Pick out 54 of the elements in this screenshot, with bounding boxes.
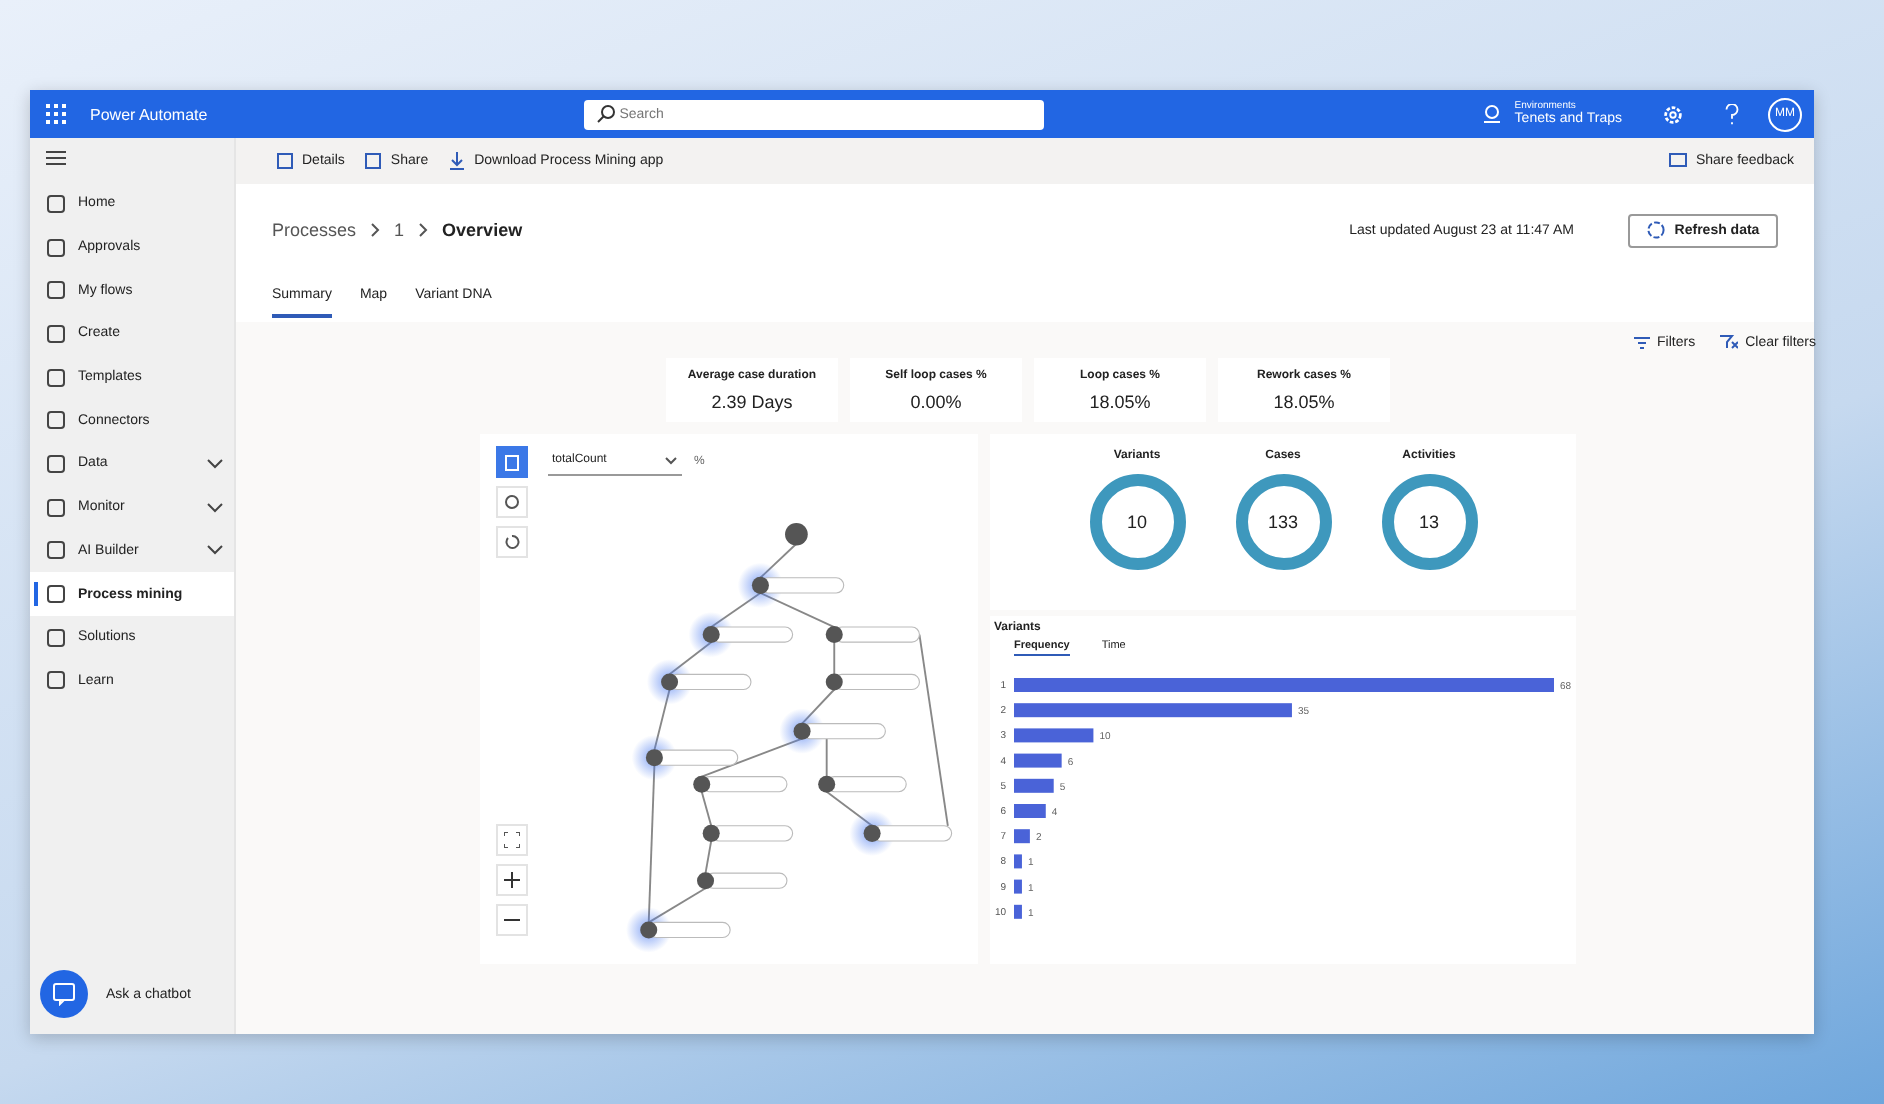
download-icon — [448, 152, 467, 170]
kpi-value: 18.05% — [1273, 391, 1335, 411]
donut-ring: 10 — [1089, 474, 1185, 570]
bar — [1014, 829, 1030, 844]
search-icon — [595, 104, 616, 124]
nav-icon — [46, 670, 66, 691]
nav-icon — [46, 367, 66, 388]
bar — [1014, 728, 1094, 743]
document-icon — [276, 152, 294, 170]
chatbot-button[interactable] — [40, 970, 88, 1018]
donut-ring: 133 — [1235, 474, 1331, 570]
reset-icon[interactable] — [496, 526, 528, 558]
nav-icon — [46, 410, 66, 431]
filter-icon — [1633, 335, 1650, 349]
nav-icon — [46, 453, 66, 474]
kpi-value: 18.05% — [1089, 391, 1151, 411]
breadcrumb-item[interactable]: Processes — [272, 220, 357, 240]
chevron-right-icon — [418, 222, 429, 238]
chevron-right-icon — [370, 222, 381, 238]
kpi-value: 0.00% — [910, 391, 962, 411]
kpi-value: 2.39 Days — [711, 391, 793, 411]
settings-icon[interactable] — [1662, 103, 1684, 125]
nav-icon — [46, 193, 66, 214]
app-launcher-icon[interactable] — [46, 104, 66, 124]
bar — [1014, 778, 1054, 793]
environment-icon — [1482, 104, 1503, 124]
document-icon — [364, 152, 383, 170]
nav-icon — [46, 540, 66, 561]
bar — [1014, 879, 1022, 894]
donut-ring: 13 — [1381, 474, 1477, 570]
menu-icon[interactable] — [46, 150, 66, 166]
bar — [1014, 753, 1062, 768]
nav-icon — [46, 237, 66, 258]
zoom-in-icon[interactable] — [496, 864, 528, 896]
chevron-down-icon — [664, 455, 678, 465]
breadcrumb-item[interactable]: 1 — [394, 220, 405, 240]
feedback-icon — [1667, 152, 1688, 170]
clear-filter-icon — [1719, 334, 1738, 350]
refresh-icon — [1646, 220, 1667, 240]
help-icon[interactable] — [1724, 103, 1740, 125]
nav-icon — [46, 627, 66, 648]
app-title: Power Automate — [90, 105, 208, 123]
nav-icon — [46, 323, 66, 344]
nav-icon — [46, 497, 66, 518]
chat-icon — [52, 982, 76, 1006]
bar — [1014, 904, 1022, 919]
bar — [1014, 804, 1046, 818]
nav-icon — [46, 584, 66, 605]
clipboard-icon[interactable] — [496, 446, 528, 478]
fit-view-icon[interactable] — [496, 824, 528, 856]
nav-icon — [46, 280, 66, 301]
zoom-out-icon[interactable] — [496, 904, 528, 936]
bar — [1014, 854, 1022, 869]
breadcrumb-item: Overview — [442, 220, 523, 240]
